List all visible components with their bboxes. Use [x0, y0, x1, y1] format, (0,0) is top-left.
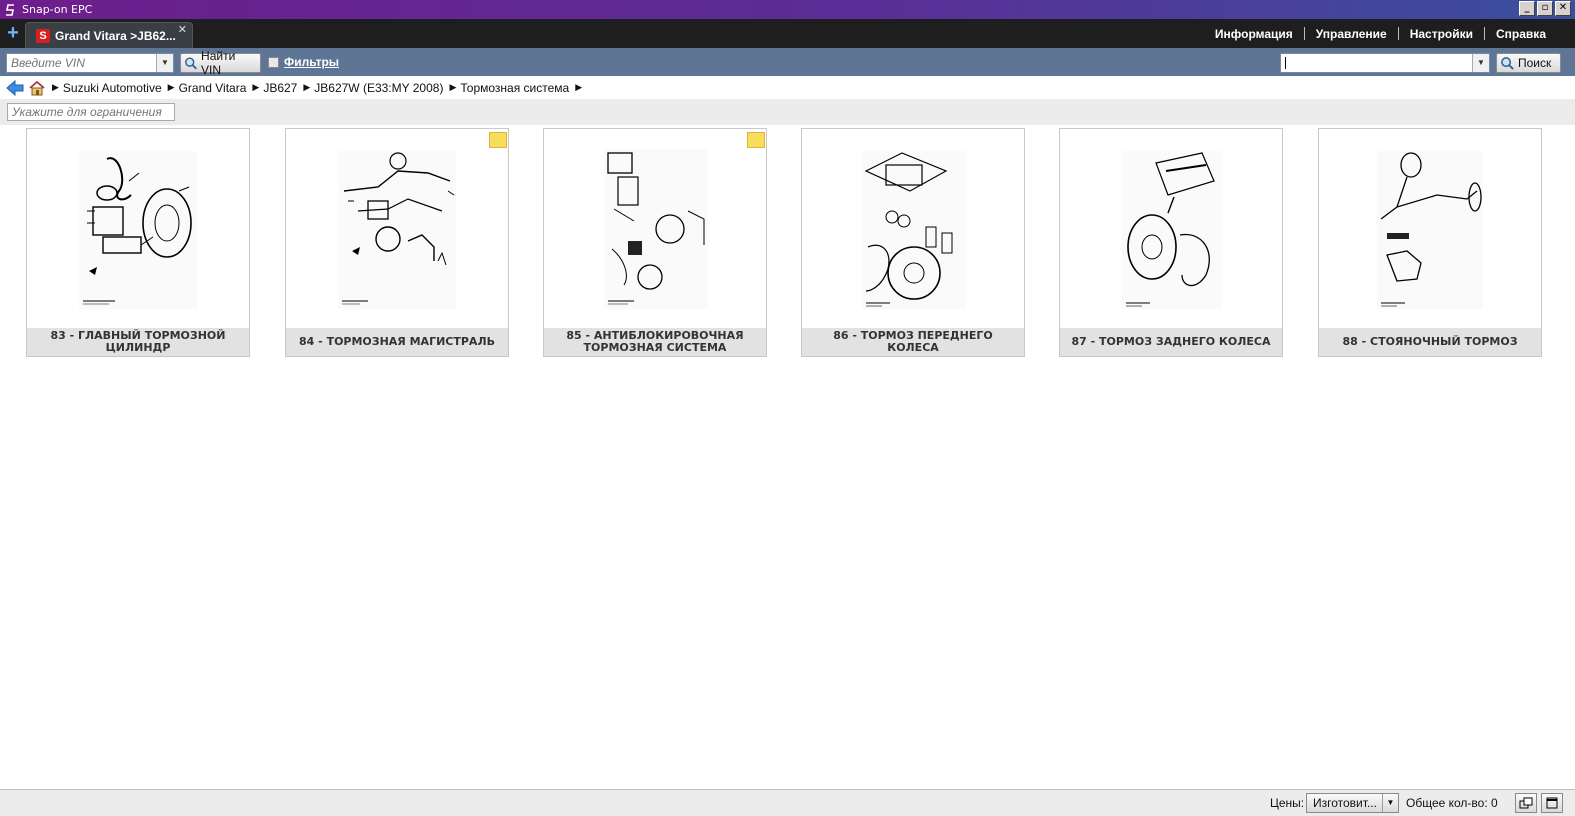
filters-link[interactable]: Фильтры: [284, 55, 339, 69]
breadcrumb-item[interactable]: ▶ JB627W (E33:MY 2008): [303, 81, 443, 95]
card-caption[interactable]: 84 - ТОРМОЗНАЯ МАГИСТРАЛЬ: [286, 328, 508, 356]
diagram-thumbnail[interactable]: [1319, 129, 1541, 328]
note-icon[interactable]: [747, 132, 765, 148]
close-window-button[interactable]: ✕: [1555, 1, 1571, 16]
menu-help[interactable]: Справка: [1485, 27, 1557, 41]
breadcrumb-label[interactable]: JB627: [263, 81, 297, 95]
top-menu: Информация Управление Настройки Справка: [1204, 19, 1557, 48]
search-icon: [1501, 56, 1514, 70]
diagram-thumbnail[interactable]: [27, 129, 249, 328]
plus-icon[interactable]: +: [4, 23, 22, 43]
chevron-down-icon[interactable]: ▼: [1382, 794, 1398, 812]
triangle-right-icon: ▶: [449, 82, 457, 92]
illustration-grid: 83 - ГЛАВНЫЙ ТОРМОЗНОЙ ЦИЛИНДР 84 - ТОРМ…: [0, 128, 1575, 368]
total-count: Общее кол-во: 0: [1406, 796, 1498, 810]
diagram-thumbnail[interactable]: [286, 129, 508, 328]
filters-checkbox[interactable]: [268, 57, 279, 68]
restrict-input[interactable]: [7, 103, 175, 121]
suzuki-logo-icon: S: [36, 28, 50, 43]
chevron-down-icon[interactable]: ▼: [156, 54, 173, 72]
search-icon: [185, 57, 197, 69]
search-button[interactable]: Поиск: [1496, 53, 1561, 73]
illustration-card[interactable]: 83 - ГЛАВНЫЙ ТОРМОЗНОЙ ЦИЛИНДР: [26, 128, 250, 357]
minimize-button[interactable]: _: [1519, 1, 1535, 16]
menu-manage[interactable]: Управление: [1305, 27, 1398, 41]
search-combo[interactable]: ▼: [1280, 53, 1490, 73]
brake-line-diagram: [338, 151, 456, 309]
triangle-right-icon: ▶: [167, 82, 175, 92]
window-controls: _ ▫ ✕: [1519, 1, 1571, 16]
front-brake-diagram: [862, 151, 966, 309]
master-cylinder-diagram: [79, 151, 197, 309]
tab-label: Grand Vitara >JB62...: [55, 28, 176, 43]
breadcrumb-label[interactable]: JB627W (E33:MY 2008): [314, 81, 443, 95]
illustration-card[interactable]: 86 - ТОРМОЗ ПЕРЕДНЕГО КОЛЕСА: [801, 128, 1025, 357]
breadcrumb-item[interactable]: ▶ Grand Vitara: [168, 81, 247, 95]
chevron-down-icon[interactable]: ▼: [1472, 54, 1489, 72]
illustration-card[interactable]: 88 - СТОЯНОЧНЫЙ ТОРМОЗ: [1318, 128, 1542, 357]
prices-value: Изготовит...: [1313, 796, 1377, 810]
close-tab-icon[interactable]: ✕: [178, 23, 187, 36]
illustration-card[interactable]: 84 - ТОРМОЗНАЯ МАГИСТРАЛЬ: [285, 128, 509, 357]
tab-bar: + S Grand Vitara >JB62... ✕ Информация У…: [0, 19, 1575, 48]
status-bar: Цены: Изготовит... ▼ Общее кол-во: 0: [0, 789, 1575, 816]
abs-diagram: [604, 149, 708, 309]
vin-combo[interactable]: ▼: [6, 53, 174, 73]
search-input[interactable]: [1281, 54, 1471, 72]
diagram-thumbnail[interactable]: [802, 129, 1024, 328]
triangle-right-icon: ▶: [52, 82, 59, 92]
rear-brake-diagram: [1122, 151, 1222, 309]
breadcrumb-item[interactable]: ▶ Тормозная система: [449, 81, 569, 95]
search-button-label: Поиск: [1518, 56, 1552, 70]
filter-row: [0, 99, 1575, 125]
prices-label: Цены:: [1270, 796, 1305, 810]
snapon-logo-icon: [4, 3, 18, 17]
card-caption[interactable]: 86 - ТОРМОЗ ПЕРЕДНЕГО КОЛЕСА: [802, 328, 1024, 356]
triangle-right-icon: ▶: [252, 82, 260, 92]
note-icon[interactable]: [489, 132, 507, 148]
cascade-windows-button[interactable]: [1515, 793, 1537, 813]
diagram-thumbnail[interactable]: [544, 129, 766, 328]
card-caption[interactable]: 85 - АНТИБЛОКИРОВОЧНАЯ ТОРМОЗНАЯ СИСТЕМА: [544, 328, 766, 356]
text-caret: [1285, 57, 1286, 69]
triangle-right-icon[interactable]: ▶: [575, 82, 582, 93]
triangle-right-icon: ▶: [303, 82, 311, 92]
breadcrumb-label[interactable]: Тормозная система: [460, 81, 569, 95]
window-title: Snap-on EPC: [22, 3, 93, 16]
breadcrumb-item[interactable]: ▶ JB627: [252, 81, 297, 95]
card-caption[interactable]: 88 - СТОЯНОЧНЫЙ ТОРМОЗ: [1319, 328, 1541, 356]
home-icon[interactable]: [28, 80, 46, 96]
card-caption[interactable]: 87 - ТОРМОЗ ЗАДНЕГО КОЛЕСА: [1060, 328, 1282, 356]
restore-button[interactable]: ▫: [1537, 1, 1553, 16]
breadcrumb-item[interactable]: ▶ Suzuki Automotive: [52, 81, 162, 95]
find-vin-button[interactable]: Найти VIN: [180, 49, 261, 77]
parking-brake-diagram: [1377, 151, 1483, 309]
find-vin-label: Найти VIN: [201, 49, 236, 77]
back-arrow-icon[interactable]: [6, 79, 24, 96]
breadcrumb-label[interactable]: Suzuki Automotive: [63, 81, 162, 95]
maximize-icon: [1546, 797, 1558, 809]
menu-settings[interactable]: Настройки: [1399, 27, 1484, 41]
menu-info[interactable]: Информация: [1204, 27, 1304, 41]
breadcrumb-label[interactable]: Grand Vitara: [179, 81, 247, 95]
windows-icon: [1519, 797, 1533, 809]
tab-grand-vitara[interactable]: S Grand Vitara >JB62... ✕: [25, 22, 193, 48]
card-caption[interactable]: 83 - ГЛАВНЫЙ ТОРМОЗНОЙ ЦИЛИНДР: [27, 328, 249, 356]
illustration-card[interactable]: 87 - ТОРМОЗ ЗАДНЕГО КОЛЕСА: [1059, 128, 1283, 357]
diagram-thumbnail[interactable]: [1060, 129, 1282, 328]
vin-input[interactable]: [7, 54, 155, 72]
window-titlebar: Snap-on EPC _ ▫ ✕: [0, 0, 1575, 19]
maximize-panel-button[interactable]: [1541, 793, 1563, 813]
prices-select[interactable]: Изготовит... ▼: [1306, 793, 1399, 813]
illustration-card[interactable]: 85 - АНТИБЛОКИРОВОЧНАЯ ТОРМОЗНАЯ СИСТЕМА: [543, 128, 767, 357]
breadcrumb: ▶ Suzuki Automotive ▶ Grand Vitara ▶ JB627 …: [0, 76, 1575, 99]
toolbar: ▼ Найти VIN Фильтры ▼ Поиск: [0, 48, 1575, 77]
